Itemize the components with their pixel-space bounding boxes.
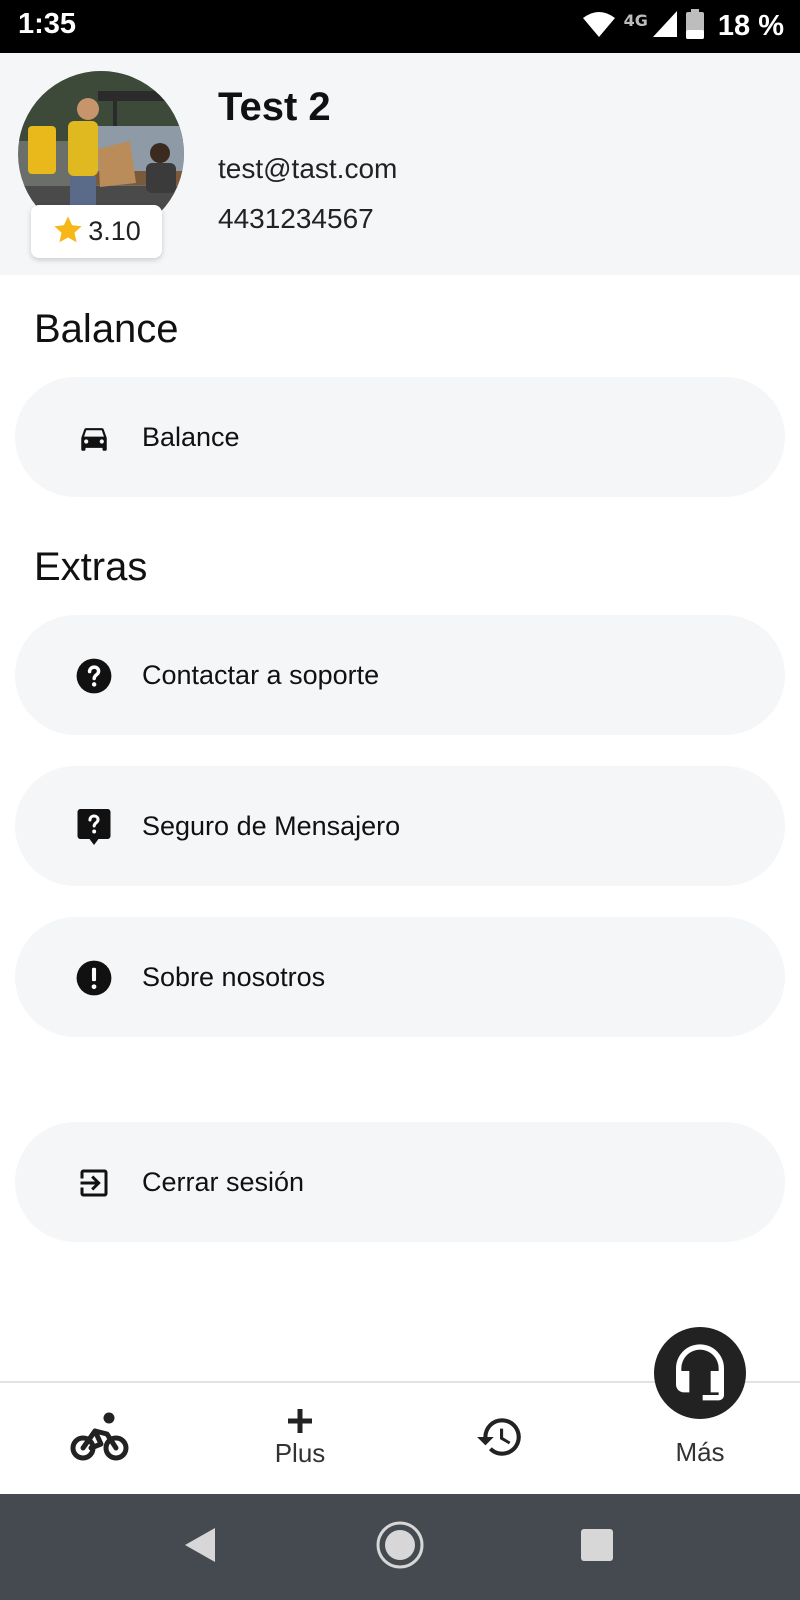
system-navigation-bar (0, 1494, 800, 1600)
user-name: Test 2 (218, 85, 331, 129)
menu-item-support[interactable]: Contactar a soporte (15, 615, 785, 735)
battery-icon (685, 9, 704, 43)
profile-header: 3.10 Test 2 test@tast.com 4431234567 (0, 53, 800, 275)
status-bar: 1:35 4G 18 % (0, 0, 800, 53)
menu-item-label: Contactar a soporte (142, 659, 380, 690)
status-icons: 4G 18 % (582, 8, 784, 44)
network-type: 4G (623, 10, 648, 30)
help-bubble-icon (75, 808, 113, 846)
nav-item-history[interactable] (400, 1383, 600, 1494)
section-title-extras: Extras (34, 545, 148, 589)
back-triangle-icon (183, 1526, 217, 1568)
nav-label-plus: Plus (274, 1438, 326, 1468)
status-time: 1:35 (18, 8, 77, 40)
home-button[interactable] (340, 1494, 460, 1600)
menu-item-balance[interactable]: Balance (15, 377, 785, 497)
logout-icon (75, 1164, 113, 1202)
menu-item-insurance[interactable]: Seguro de Mensajero (15, 766, 785, 886)
headset-icon (668, 1339, 732, 1407)
rating-value: 3.10 (88, 216, 141, 246)
user-phone: 4431234567 (218, 203, 374, 234)
cell-signal-icon (652, 10, 678, 42)
menu-item-logout[interactable]: Cerrar sesión (15, 1122, 785, 1242)
cyclist-icon (69, 1411, 131, 1467)
battery-percent: 18 % (717, 9, 784, 42)
car-icon (75, 419, 113, 457)
star-icon (52, 214, 84, 250)
home-circle-icon (375, 1520, 425, 1574)
recents-square-icon (580, 1528, 614, 1566)
section-title-balance: Balance (34, 307, 179, 351)
menu-item-label: Balance (142, 421, 240, 452)
history-icon (473, 1412, 527, 1466)
nav-item-rides[interactable] (0, 1383, 200, 1494)
nav-label-more: Más (675, 1437, 725, 1467)
wifi-icon (582, 10, 616, 42)
support-headset-button[interactable] (654, 1327, 746, 1419)
user-email: test@tast.com (218, 153, 398, 184)
help-circle-icon (75, 657, 113, 695)
plus-icon (287, 1408, 313, 1438)
recents-button[interactable] (537, 1494, 657, 1600)
menu-item-about[interactable]: Sobre nosotros (15, 917, 785, 1037)
info-alert-icon (75, 959, 113, 997)
nav-item-plus[interactable]: Plus (200, 1383, 400, 1494)
menu-item-label: Sobre nosotros (142, 961, 326, 992)
menu-item-label: Seguro de Mensajero (142, 810, 401, 841)
menu-item-label: Cerrar sesión (142, 1166, 305, 1197)
back-button[interactable] (140, 1494, 260, 1600)
rating-badge: 3.10 (31, 205, 162, 258)
